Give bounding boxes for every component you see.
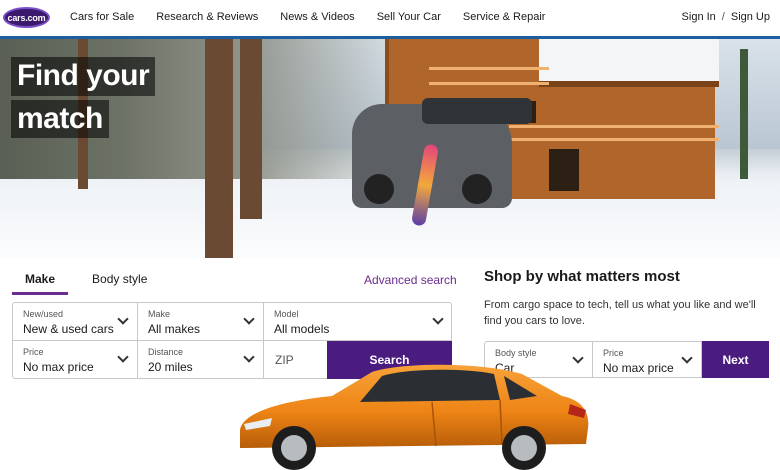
- cabin-roof: [539, 39, 719, 87]
- shop-body-style-label: Body style: [495, 348, 537, 358]
- distance-label: Distance: [148, 347, 184, 357]
- auth-links: Sign In / Sign Up: [682, 11, 770, 23]
- new-used-value: New & used cars: [23, 322, 114, 336]
- orange-car-image: [240, 364, 589, 470]
- hero-image: Find your match: [0, 39, 780, 258]
- nav-news-videos[interactable]: News & Videos: [280, 11, 354, 23]
- new-used-label: New/used: [23, 309, 64, 319]
- main-nav: Cars for Sale Research & Reviews News & …: [70, 11, 567, 23]
- cabin-railing: [429, 67, 549, 85]
- sign-up-link[interactable]: Sign Up: [731, 11, 770, 23]
- site-header: cars.com Cars for Sale Research & Review…: [0, 0, 780, 36]
- price-label: Price: [23, 347, 44, 357]
- model-label: Model: [274, 309, 299, 319]
- nav-research-reviews[interactable]: Research & Reviews: [156, 11, 258, 23]
- price-select[interactable]: Price No max price: [13, 341, 138, 379]
- hero-title: Find your match: [11, 57, 156, 142]
- car-rim: [511, 435, 537, 461]
- distance-value: 20 miles: [148, 360, 193, 374]
- cabin-railing: [509, 125, 719, 141]
- nav-service-repair[interactable]: Service & Repair: [463, 11, 546, 23]
- tab-body-style[interactable]: Body style: [92, 270, 147, 295]
- cars-com-logo[interactable]: cars.com: [3, 7, 50, 28]
- car-rim: [281, 435, 307, 461]
- model-value: All models: [274, 322, 330, 336]
- nav-cars-for-sale[interactable]: Cars for Sale: [70, 11, 134, 23]
- suv-hatch: [422, 98, 532, 124]
- new-used-select[interactable]: New/used New & used cars: [13, 303, 138, 341]
- shop-price-label: Price: [603, 348, 624, 358]
- chevron-down-icon: [432, 313, 444, 325]
- hero-title-line1: Find your: [11, 57, 156, 96]
- shop-price-value: No max price: [603, 361, 674, 375]
- make-label: Make: [148, 309, 171, 319]
- advanced-search-link[interactable]: Advanced search: [364, 273, 457, 287]
- sign-in-link[interactable]: Sign In: [682, 11, 716, 23]
- search-tabs: Make Body style: [12, 270, 171, 295]
- hero-title-line2: match: [11, 99, 109, 138]
- cabin-door: [549, 149, 579, 191]
- chevron-down-icon: [681, 352, 693, 364]
- shop-title: Shop by what matters most: [484, 268, 680, 285]
- make-value: All makes: [148, 322, 201, 336]
- hero-tree: [205, 39, 233, 258]
- chevron-down-icon: [117, 351, 129, 363]
- shop-price-select[interactable]: Price No max price: [593, 342, 701, 377]
- shop-description: From cargo space to tech, tell us what y…: [484, 299, 756, 327]
- model-select[interactable]: Model All models: [264, 303, 452, 341]
- chevron-down-icon: [243, 313, 255, 325]
- price-value: No max price: [23, 360, 94, 374]
- next-button[interactable]: Next: [702, 341, 769, 378]
- suv-wheel: [462, 174, 492, 204]
- chevron-down-icon: [117, 313, 129, 325]
- hero-tree: [240, 39, 262, 219]
- hero-tree: [740, 49, 748, 179]
- make-select[interactable]: Make All makes: [138, 303, 264, 341]
- tab-make[interactable]: Make: [12, 270, 69, 295]
- nav-sell-your-car[interactable]: Sell Your Car: [377, 11, 441, 23]
- suv-wheel: [364, 174, 394, 204]
- auth-separator: /: [721, 11, 725, 23]
